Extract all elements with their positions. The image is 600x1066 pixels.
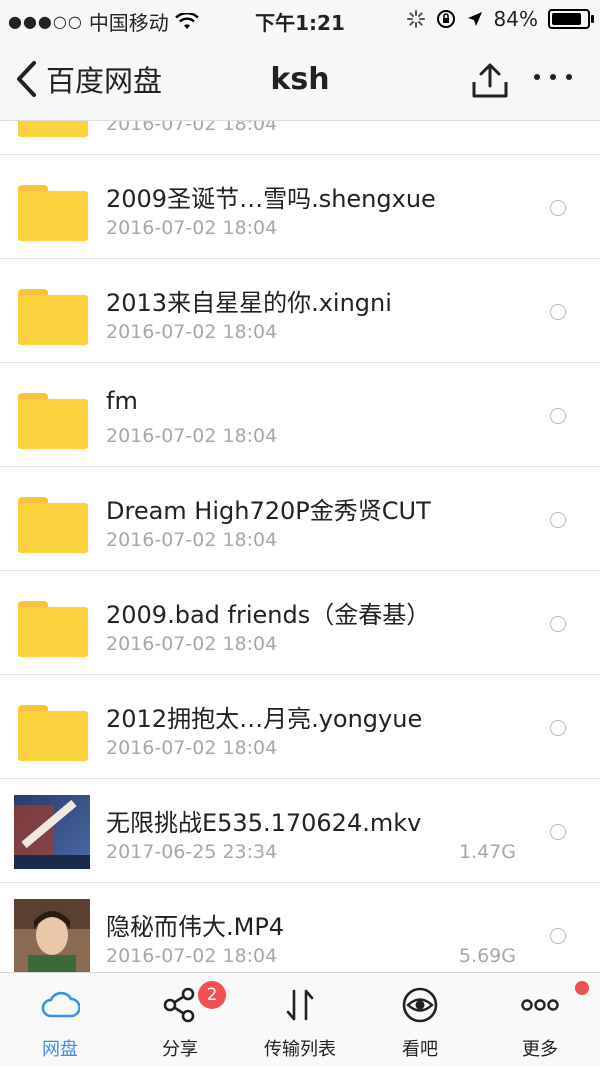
folder-icon [18,601,88,657]
file-date: 2016-07-02 18:04 [106,425,278,447]
more-dots-icon[interactable] [534,74,572,80]
select-radio[interactable] [550,200,566,216]
file-name: 隐秘而伟大.MP4 [106,913,285,941]
list-item[interactable]: Dream High720P金秀贤CUT 2016-07-02 18:04 [0,467,600,571]
tab-label: 看吧 [402,1039,438,1060]
file-date: 2017-06-25 23:34 [106,841,278,863]
share-badge: 2 [198,981,226,1009]
folder-icon [18,121,88,137]
list-item[interactable]: 2009圣诞节…雪吗.shengxue 2016-07-02 18:04 [0,155,600,259]
folder-icon [18,705,88,761]
list-item[interactable]: 无限挑战E535.170624.mkv 2017-06-25 23:34 1.4… [0,779,600,883]
eye-icon [402,987,438,1023]
video-thumbnail [14,899,90,972]
select-radio[interactable] [550,616,566,632]
more-icon [521,999,559,1011]
tab-label: 分享 [162,1039,198,1060]
file-date: 2016-07-02 18:04 [106,217,278,239]
tab-share[interactable]: 2 分享 [120,973,240,1066]
status-bar: ●●●○○ 中国移动 下午1:21 84% [0,0,600,40]
share-icon [163,987,195,1023]
battery-level [552,13,581,25]
list-item[interactable]: 2009.bad friends（金春基） 2016-07-02 18:04 [0,571,600,675]
tab-more[interactable]: 更多 [480,973,600,1066]
battery-icon [548,9,594,29]
tab-label: 更多 [522,1039,558,1060]
file-list[interactable]: 2016-07-02 18:04 2009圣诞节…雪吗.shengxue 201… [0,121,600,972]
video-thumbnail [14,795,90,869]
navigation-bar: 百度网盘 ksh [0,40,600,121]
notification-dot [575,981,589,995]
select-radio[interactable] [550,720,566,736]
tab-watch[interactable]: 看吧 [360,973,480,1066]
file-size: 5.69G [458,945,516,967]
select-radio[interactable] [550,304,566,320]
file-date: 2016-07-02 18:04 [106,529,278,551]
file-name: 2009圣诞节…雪吗.shengxue [106,185,436,213]
location-arrow-icon [467,12,482,26]
loading-spinner-icon [406,10,425,28]
list-item[interactable]: 隐秘而伟大.MP4 2016-07-02 18:04 5.69G [0,883,600,972]
select-radio[interactable] [550,408,566,424]
file-name: fm [106,387,138,415]
file-date: 2016-07-02 18:04 [106,945,278,967]
folder-icon [18,289,88,345]
cloud-icon [41,991,80,1018]
list-item[interactable]: fm 2016-07-02 18:04 [0,363,600,467]
file-date: 2016-07-02 18:04 [106,121,278,135]
tab-label: 网盘 [42,1039,78,1060]
folder-icon [18,185,88,241]
folder-icon [18,393,88,449]
tab-transfer-list[interactable]: 传输列表 [240,973,360,1066]
page-title: ksh [270,62,330,97]
transfer-icon [286,989,314,1021]
list-item[interactable]: 2012拥抱太…月亮.yongyue 2016-07-02 18:04 [0,675,600,779]
tab-label: 传输列表 [264,1039,336,1060]
file-date: 2016-07-02 18:04 [106,633,278,655]
file-name: 无限挑战E535.170624.mkv [106,809,422,837]
file-name: 2013来自星星的你.xingni [106,289,392,317]
select-radio[interactable] [550,512,566,528]
file-name: Dream High720P金秀贤CUT [106,497,431,525]
tab-bar: 网盘 2 分享 传输列表 看吧 更多 [0,972,600,1066]
file-date: 2016-07-02 18:04 [106,737,278,759]
orientation-lock-icon [436,10,455,28]
list-item[interactable]: 2013来自星星的你.xingni 2016-07-02 18:04 [0,259,600,363]
upload-icon[interactable] [470,60,510,100]
folder-icon [18,497,88,553]
list-item[interactable]: 2016-07-02 18:04 [0,121,600,155]
file-size: 1.47G [458,841,516,863]
battery-percent: 84% [493,7,538,31]
file-name: 2012拥抱太…月亮.yongyue [106,705,423,733]
tab-netdisk[interactable]: 网盘 [0,973,120,1066]
select-radio[interactable] [550,824,566,840]
status-right: 84% [406,7,594,31]
select-radio[interactable] [550,928,566,944]
file-name: 2009.bad friends（金春基） [106,601,431,629]
file-date: 2016-07-02 18:04 [106,321,278,343]
